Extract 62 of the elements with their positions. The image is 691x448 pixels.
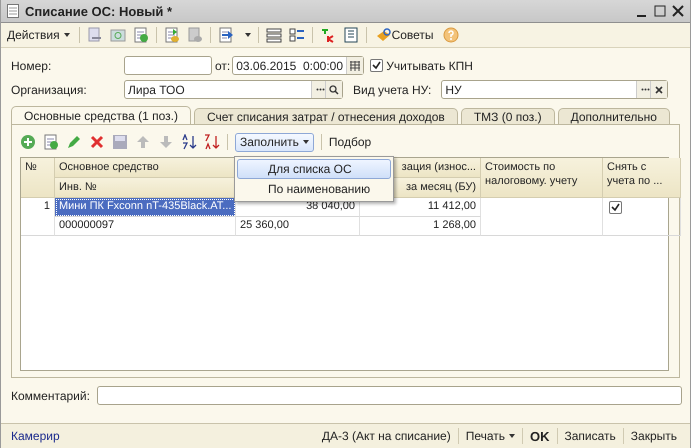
delete-icon[interactable] <box>89 134 105 150</box>
caret-icon <box>64 33 70 37</box>
actions-menu[interactable]: Действия <box>5 28 72 42</box>
add-icon[interactable] <box>20 134 36 150</box>
document-icon <box>7 4 19 18</box>
maximize-icon[interactable] <box>654 5 666 17</box>
table-cell: 1 268,00 <box>360 217 481 236</box>
footer-button[interactable]: ДА-3 (Акт на списание) <box>314 428 458 444</box>
document-add-icon[interactable] <box>43 134 59 150</box>
tips-button[interactable]: Советы <box>374 27 436 43</box>
date-label: от: <box>215 58 230 72</box>
caret-icon <box>244 33 251 37</box>
caret-icon <box>509 434 515 438</box>
column-header: Основное средство <box>55 158 236 178</box>
ellipsis-icon[interactable] <box>316 88 324 91</box>
document-coins-icon[interactable] <box>164 27 180 43</box>
footer-button[interactable]: Закрыть <box>622 428 684 444</box>
date-field[interactable]: 03.06.2015 0:00:00 <box>232 56 364 75</box>
pick-button[interactable]: Подбор <box>328 135 372 149</box>
tab[interactable]: Дополнительно <box>558 108 670 124</box>
checklist-icon[interactable] <box>288 27 305 43</box>
kpn-label: Учитывать КПН <box>386 58 473 72</box>
footer-button[interactable]: OK <box>522 428 556 444</box>
clear-icon[interactable] <box>655 86 664 94</box>
pencil-icon[interactable] <box>66 134 82 150</box>
organization-label: Организация: <box>11 82 88 96</box>
ellipsis-icon[interactable] <box>640 88 650 91</box>
tax-accounting-field[interactable]: НУ <box>441 80 668 99</box>
column-header: Снять с учета по ... <box>603 158 681 198</box>
comment-label: Комментарий: <box>11 388 91 402</box>
sort-ascending-icon[interactable] <box>181 134 197 150</box>
organization-field[interactable]: Лира ТОО <box>124 80 343 99</box>
report-icon[interactable] <box>342 27 359 43</box>
document-add-icon[interactable] <box>132 27 149 43</box>
column-header: Стоимость по налоговому. учету <box>481 158 603 198</box>
menu-button[interactable]: Печать <box>458 428 522 444</box>
menu-item[interactable]: Для списка ОС <box>237 159 391 179</box>
tab[interactable]: Счет списания затрат / отнесения доходов <box>194 108 458 124</box>
author-link[interactable]: Камерир <box>11 429 315 443</box>
tax-accounting-label: Вид учета НУ: <box>353 82 432 96</box>
column-header: № <box>21 158 55 198</box>
column-header: Инв. № <box>55 178 236 198</box>
sort-descending-icon[interactable] <box>204 134 220 150</box>
caret-icon <box>302 140 309 144</box>
footer-button[interactable]: Записать <box>556 428 623 444</box>
number-label: Номер: <box>11 58 52 72</box>
calendar-icon[interactable] <box>350 60 360 70</box>
kpn-checkbox[interactable] <box>370 59 384 72</box>
tab[interactable]: ТМЗ (0 поз.) <box>460 108 555 124</box>
window-title: Списание ОС: Новый * <box>25 4 174 18</box>
search-icon[interactable] <box>329 84 339 94</box>
tab[interactable]: Основные средства (1 поз.) <box>11 106 191 124</box>
close-icon[interactable] <box>672 5 684 17</box>
fill-button[interactable]: Заполнить <box>235 132 314 152</box>
table-cell: 000000097 <box>55 217 236 236</box>
table-cell: 25 360,00 <box>236 217 360 236</box>
document-coins-icon[interactable] <box>186 27 203 43</box>
rows-icon[interactable] <box>266 27 282 43</box>
deregister-checkbox[interactable] <box>609 201 622 214</box>
table-cell[interactable]: Мини ПК Fxconn nT-435Black.AT... <box>55 198 236 217</box>
comment-field[interactable] <box>97 386 682 405</box>
number-field[interactable] <box>124 56 212 75</box>
